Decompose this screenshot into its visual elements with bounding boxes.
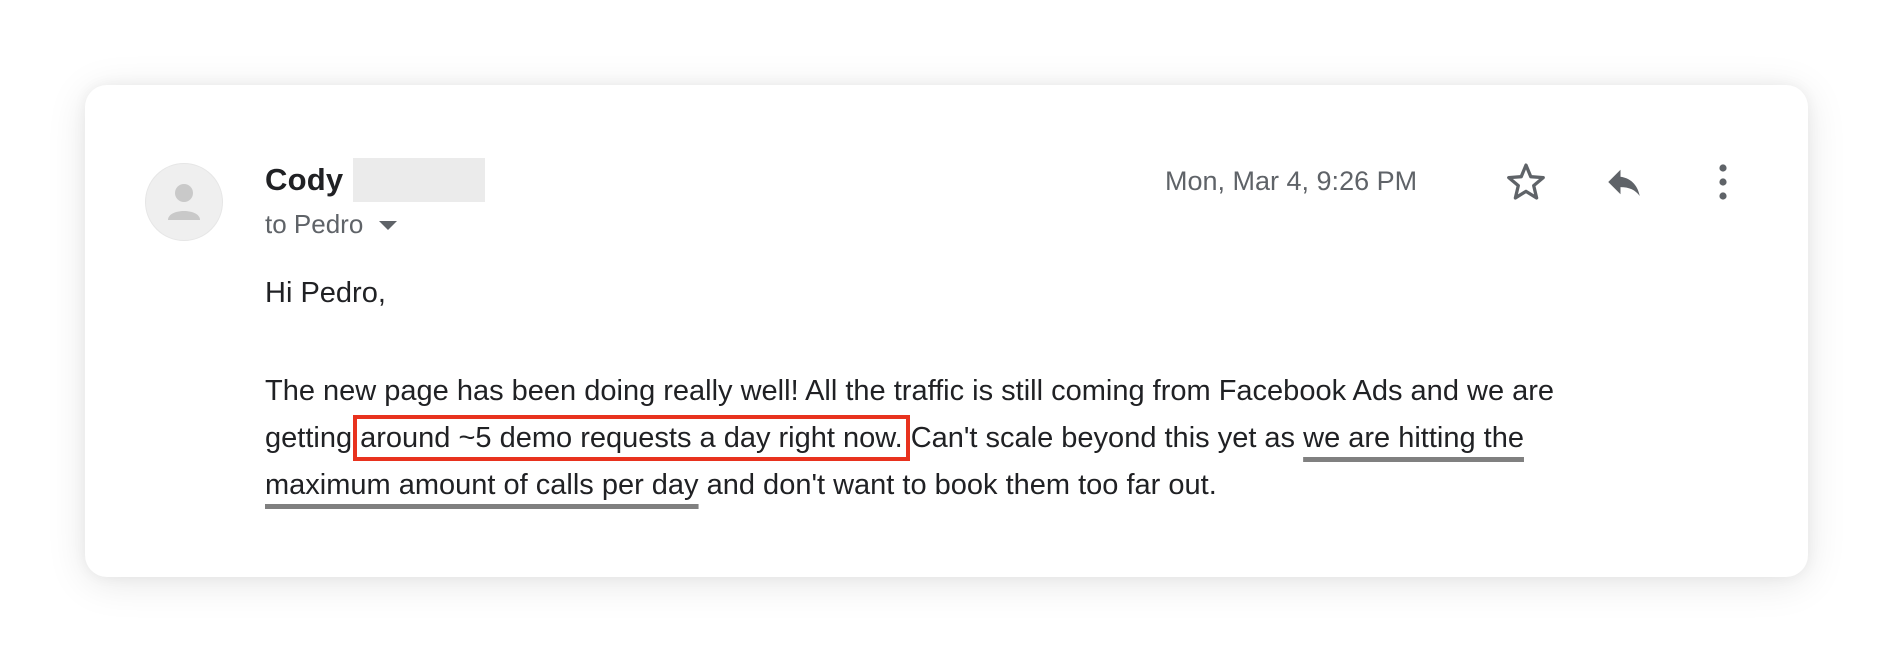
message-greeting: Hi Pedro, — [265, 277, 386, 309]
recipient-label: to Pedro — [265, 209, 364, 239]
sender-name[interactable]: Cody — [265, 162, 343, 198]
reply-button[interactable] — [1599, 157, 1649, 207]
email-card: Cody to Pedro Mon, Mar 4, 9:26 PM Hi Ped… — [85, 85, 1808, 577]
sender-avatar[interactable] — [145, 163, 223, 241]
message-text: getting — [265, 422, 361, 454]
chevron-down-icon — [379, 221, 398, 230]
underlined-phrase: we are hitting the — [1303, 422, 1524, 454]
message-timestamp: Mon, Mar 4, 9:26 PM — [1165, 166, 1418, 196]
underlined-phrase: maximum amount of calls per day — [265, 469, 699, 501]
highlighted-phrase: around ~5 demo requests a day right now. — [353, 415, 910, 461]
message-text: and don't want to book them too far out. — [698, 469, 1217, 501]
star-button[interactable] — [1501, 157, 1551, 207]
sender-row: Cody — [265, 157, 486, 203]
redacted-surname — [353, 158, 486, 202]
message-line-3: maximum amount of calls per day and don'… — [265, 462, 1725, 509]
person-icon — [168, 184, 200, 220]
more-options-button[interactable] — [1698, 157, 1748, 207]
star-icon — [1507, 163, 1545, 200]
more-vertical-icon — [1719, 164, 1727, 200]
message-body: The new page has been doing really well!… — [265, 368, 1725, 509]
message-line-2: getting around ~5 demo requests a day ri… — [265, 415, 1725, 462]
recipient-details-toggle[interactable]: to Pedro — [265, 209, 398, 240]
message-text: Can't scale beyond this yet as — [902, 422, 1304, 454]
reply-icon — [1608, 169, 1640, 196]
message-line-1: The new page has been doing really well!… — [265, 375, 1555, 407]
